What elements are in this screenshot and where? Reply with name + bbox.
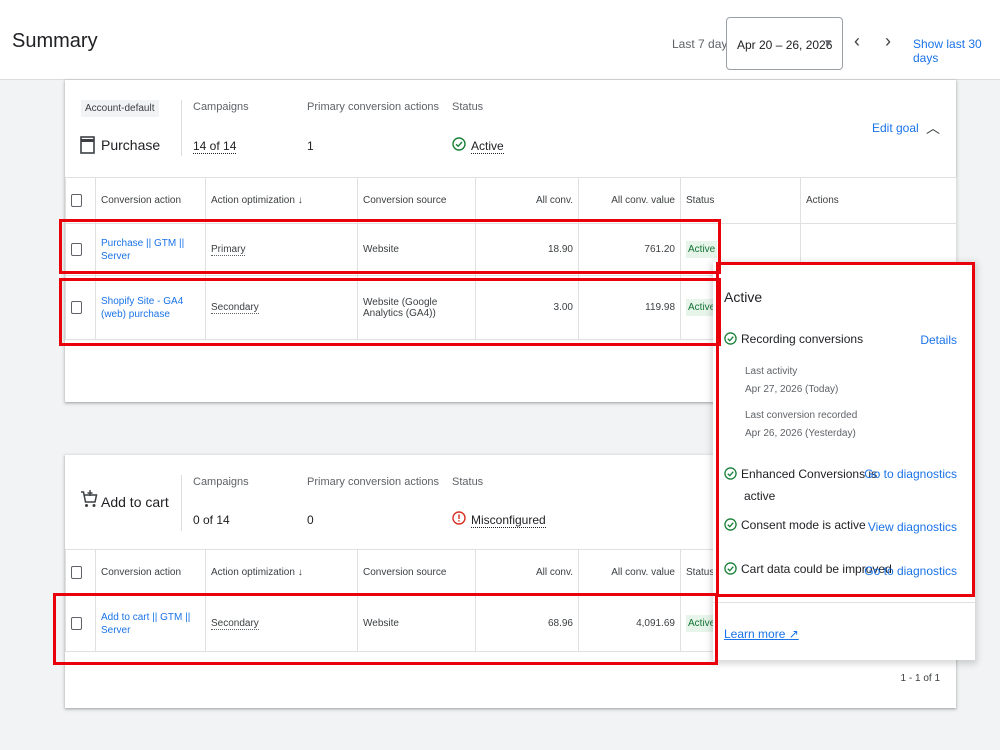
col-conversion-action: Conversion action [95, 177, 206, 224]
col-all-conv-value[interactable]: All conv. value [578, 177, 681, 224]
col-conversion-source: Conversion source [357, 549, 476, 596]
conversion-action-link[interactable]: Add to cart || GTM || Server [101, 612, 190, 636]
account-default-chip: Account-default [81, 100, 159, 117]
enhanced-conversions-row: Enhanced Conversions is active [724, 464, 877, 507]
select-all-checkbox[interactable] [71, 566, 82, 579]
primary-actions-label: Primary conversion actions [307, 476, 440, 488]
col-action-optimization[interactable]: Action optimization ↓ [205, 549, 358, 596]
all-conv-value: 18.90 [475, 223, 579, 276]
next-period-button[interactable]: › [885, 32, 891, 50]
all-conv-value-amount: 4,091.69 [578, 595, 681, 652]
error-circle-icon [452, 511, 466, 525]
status-label: Status [452, 476, 484, 488]
check-circle-icon [724, 518, 737, 531]
select-all-checkbox[interactable] [71, 194, 82, 207]
primary-actions-value: 0 [307, 513, 314, 527]
status-badge[interactable]: Active [686, 241, 718, 258]
col-status: Status [680, 177, 801, 224]
row-checkbox[interactable] [71, 243, 82, 256]
date-range-value: Apr 20 – 26, 2026 [737, 38, 833, 52]
popup-title: Active [724, 289, 763, 305]
goal-name: Add to cart [101, 494, 169, 510]
conversion-action-link[interactable]: Purchase || GTM || Server [101, 238, 184, 262]
campaigns-value[interactable]: 14 of 14 [193, 139, 237, 154]
col-all-conv[interactable]: All conv. [475, 177, 579, 224]
all-conv-value-amount: 119.98 [578, 275, 681, 340]
all-conv-value-amount: 761.20 [578, 223, 681, 276]
campaigns-label: Campaigns [193, 476, 249, 488]
row-checkbox[interactable] [71, 617, 82, 630]
check-circle-icon [724, 562, 737, 575]
details-link[interactable]: Details [920, 333, 957, 347]
campaigns-label: Campaigns [193, 101, 249, 113]
divider [181, 100, 182, 156]
check-circle-icon [724, 332, 737, 345]
source-value: Website [357, 595, 476, 652]
table-header-row: Conversion action Action optimization ↓ … [65, 177, 957, 224]
optimization-value[interactable]: Secondary [211, 302, 259, 314]
dropdown-caret-icon: ▼ [823, 38, 833, 49]
learn-more-link[interactable]: Learn more ↗ [724, 627, 799, 641]
primary-actions-label: Primary conversion actions [307, 101, 440, 113]
optimization-value[interactable]: Primary [211, 244, 246, 256]
all-conv-value: 3.00 [475, 275, 579, 340]
go-to-diagnostics-link-2[interactable]: Go to diagnostics [864, 564, 957, 578]
chevron-up-icon[interactable]: ︿ [926, 118, 940, 138]
page-title: Summary [12, 30, 98, 52]
col-all-conv-value[interactable]: All conv. value [578, 549, 681, 596]
all-conv-value: 68.96 [475, 595, 579, 652]
top-bar: Summary Last 7 days Apr 20 – 26, 2026 ▼ … [0, 0, 1000, 80]
status-details-popup: Active Recording conversions Details Las… [713, 262, 975, 660]
source-value: Website [357, 223, 476, 276]
source-value: Website (Google Analytics (GA4)) [357, 275, 476, 340]
col-conversion-source: Conversion source [357, 177, 476, 224]
previous-period-button[interactable]: ‹ [854, 32, 860, 50]
show-last-30-days-link[interactable]: Show last 30 days [913, 37, 1000, 65]
check-circle-icon [452, 137, 466, 151]
divider [713, 602, 975, 603]
check-circle-icon [724, 467, 737, 480]
optimization-value[interactable]: Secondary [211, 618, 259, 630]
last-conversion: Last conversion recorded Apr 26, 2026 (Y… [745, 410, 858, 439]
goal-name: Purchase [101, 137, 161, 153]
divider [181, 475, 182, 531]
shopping-cart-icon [81, 490, 98, 507]
status-label: Status [452, 101, 484, 113]
view-diagnostics-link[interactable]: View diagnostics [868, 520, 957, 534]
conversion-action-link[interactable]: Shopify Site - GA4 (web) purchase [101, 296, 183, 320]
purchase-card-icon [80, 136, 95, 154]
go-to-diagnostics-link[interactable]: Go to diagnostics [864, 467, 957, 481]
edit-goal-link[interactable]: Edit goal [872, 121, 919, 135]
arrow-down-icon: ↓ [297, 195, 303, 206]
col-all-conv[interactable]: All conv. [475, 549, 579, 596]
col-action-optimization[interactable]: Action optimization ↓ [205, 177, 358, 224]
row-checkbox[interactable] [71, 301, 82, 314]
recording-conversions-row: Recording conversions [724, 332, 863, 346]
consent-mode-row: Consent mode is active [724, 518, 866, 532]
col-actions: Actions [800, 177, 957, 224]
campaigns-value: 0 of 14 [193, 513, 230, 527]
goal-status-value[interactable]: Active [471, 139, 504, 154]
date-range-label: Last 7 days [672, 37, 734, 51]
primary-actions-value: 1 [307, 139, 314, 153]
col-conversion-action: Conversion action [95, 549, 206, 596]
date-range-select[interactable]: Apr 20 – 26, 2026 ▼ [726, 17, 843, 70]
goal-status-value[interactable]: Misconfigured [471, 513, 546, 528]
arrow-down-icon: ↓ [297, 567, 303, 578]
last-activity: Last activity Apr 27, 2026 (Today) [745, 366, 839, 395]
open-in-new-icon: ↗ [788, 627, 799, 641]
pagination-label: 1 - 1 of 1 [900, 673, 940, 684]
